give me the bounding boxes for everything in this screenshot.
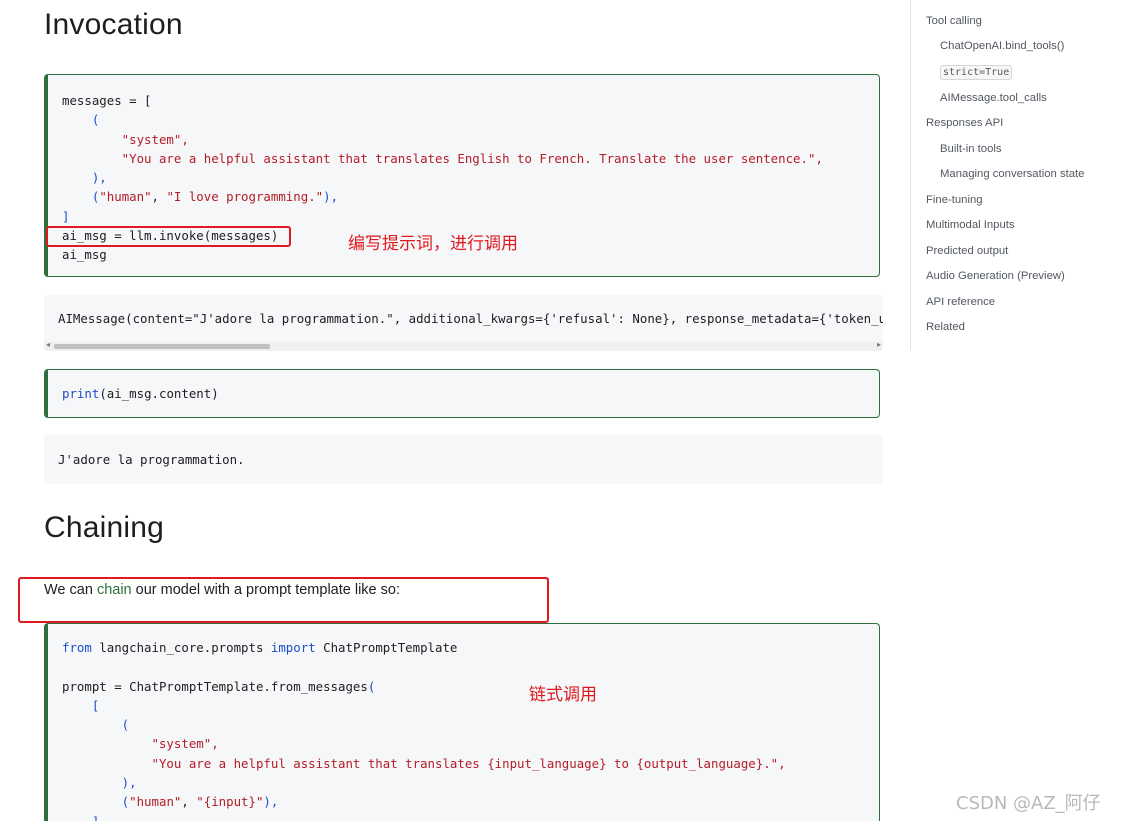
invoke-annotation: 编写提示词，进行调用: [348, 234, 518, 254]
chain-code-block[interactable]: from langchain_core.prompts import ChatP…: [44, 623, 880, 821]
toc-item-conversation-state[interactable]: Managing conversation state: [940, 168, 1084, 180]
code-token: (: [62, 189, 100, 205]
toc-item-bind-tools[interactable]: ChatOpenAI.bind_tools(): [940, 40, 1064, 52]
code-token: "human": [99, 189, 152, 205]
output-content: J'adore la programmation.: [58, 452, 245, 467]
code-token: (ai_msg.content): [99, 386, 219, 401]
toc-item-built-in-tools[interactable]: Built-in tools: [940, 143, 1002, 155]
toc-item-audio-generation[interactable]: Audio Generation (Preview): [926, 270, 1065, 282]
code-line: ai_msg: [62, 247, 107, 263]
toc-item-multimodal[interactable]: Multimodal Inputs: [926, 219, 1015, 231]
scrollbar-thumb[interactable]: [54, 344, 270, 349]
chain-annotation: 链式调用: [529, 685, 597, 705]
code-line: "system",: [62, 131, 189, 147]
scroll-left-icon[interactable]: ◂: [46, 340, 50, 349]
code-token: "I love programming.": [166, 189, 324, 205]
code-token: prompt = ChatPromptTemplate.from_message…: [62, 678, 368, 694]
code-token: "{input}": [196, 794, 264, 810]
chaining-heading: Chaining: [44, 511, 165, 544]
output-aimessage: AIMessage(content="J'adore la programmat…: [58, 311, 883, 326]
code-line: "system",: [62, 736, 219, 752]
code-line: ]: [62, 814, 99, 821]
invoke-highlight-box: [46, 226, 291, 247]
code-token: ),: [323, 189, 339, 205]
invocation-heading: Invocation: [44, 8, 183, 41]
code-line: [: [62, 697, 100, 713]
code-token: ChatPromptTemplate: [315, 640, 458, 655]
toc-item-tool-calls[interactable]: AIMessage.tool_calls: [940, 92, 1047, 104]
print-code: print(ai_msg.content): [62, 384, 219, 403]
code-token: ,: [151, 189, 167, 205]
code-token: (: [62, 794, 130, 810]
toc-item-strict-true[interactable]: strict=True: [940, 65, 1013, 80]
code-token: ),: [263, 794, 279, 810]
code-token: "human": [129, 794, 182, 810]
code-line: ]: [62, 208, 70, 224]
toc-item-predicted-output[interactable]: Predicted output: [926, 245, 1008, 257]
toc-item-related[interactable]: Related: [926, 321, 965, 333]
docs-page: Invocation messages = [ ( "system", "You…: [0, 0, 1121, 821]
code-line: "You are a helpful assistant that transl…: [62, 755, 786, 771]
table-of-contents: Tool calling ChatOpenAI.bind_tools() str…: [910, 0, 1121, 350]
toc-item-responses-api[interactable]: Responses API: [926, 117, 1003, 129]
toc-item-api-reference[interactable]: API reference: [926, 296, 995, 308]
output-block-aimessage[interactable]: AIMessage(content="J'adore la programmat…: [44, 295, 883, 351]
code-line: (: [62, 717, 130, 733]
code-token: langchain_core.prompts: [91, 640, 271, 655]
toc-item-tool-calling[interactable]: Tool calling: [926, 15, 982, 27]
code-line: ),: [62, 170, 107, 186]
paragraph-highlight-box: [18, 577, 549, 623]
code-token: ,: [181, 794, 197, 810]
horizontal-scrollbar[interactable]: ◂ ▸: [44, 340, 883, 351]
toc-item-fine-tuning[interactable]: Fine-tuning: [926, 194, 983, 206]
code-token: import: [270, 640, 316, 655]
csdn-watermark: CSDN @AZ_阿仔: [956, 793, 1101, 814]
chain-code: from langchain_core.prompts import ChatP…: [62, 638, 786, 821]
output-block-content[interactable]: J'adore la programmation.: [44, 435, 883, 484]
scroll-right-icon[interactable]: ▸: [877, 340, 881, 349]
code-line: "You are a helpful assistant that transl…: [62, 150, 823, 166]
code-line: ),: [62, 775, 137, 791]
print-code-block[interactable]: print(ai_msg.content): [44, 369, 880, 418]
code-token: (: [367, 678, 376, 694]
code-line: (: [62, 112, 100, 128]
code-token: from: [62, 640, 92, 655]
code-token: print: [62, 386, 100, 401]
code-line: messages = [: [62, 93, 152, 108]
